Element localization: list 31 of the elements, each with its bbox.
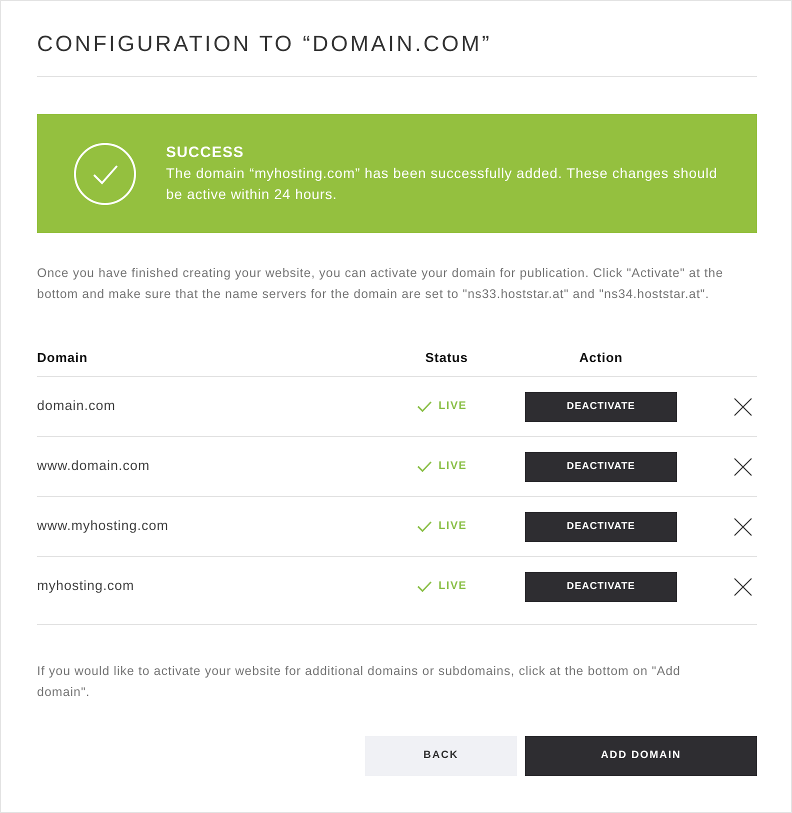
check-icon: [416, 401, 432, 412]
deactivate-button[interactable]: DEACTIVATE: [525, 512, 677, 542]
check-icon: [416, 581, 432, 592]
check-icon: [416, 461, 432, 472]
close-icon[interactable]: [734, 578, 752, 596]
status-label: LIVE: [438, 579, 467, 594]
status-label: LIVE: [438, 399, 467, 414]
status-label: LIVE: [438, 459, 467, 474]
info-text: If you would like to activate your website for additional domains or subdomains, click at the bottom on "Add domain".: [37, 663, 682, 701]
domain-name: domain.com: [37, 397, 117, 416]
column-header: Action: [579, 348, 623, 367]
check-icon: [416, 521, 432, 532]
status-label: LIVE: [438, 519, 467, 534]
domain-name: myhosting.com: [37, 577, 136, 596]
column-header: Status: [425, 348, 468, 367]
check-circle-icon: [74, 142, 136, 204]
intro-text: Once you have finished creating your website, you can activate your domain for publication. Click "Activate" at the bottom and make sure that the name servers for the domain are set to "ns33.hoststar.at" and "ns34.hoststar.at".: [37, 265, 724, 303]
close-icon[interactable]: [734, 518, 752, 536]
column-header: Domain: [37, 348, 89, 367]
close-icon[interactable]: [734, 398, 752, 416]
page-title: CONFIGURATION TO “DOMAIN.COM”: [37, 31, 493, 57]
banner-title: SUCCESS: [166, 142, 246, 162]
deactivate-button[interactable]: DEACTIVATE: [525, 452, 677, 482]
domain-name: www.myhosting.com: [37, 517, 170, 536]
close-icon[interactable]: [734, 458, 752, 476]
deactivate-button[interactable]: DEACTIVATE: [525, 572, 677, 602]
back-button[interactable]: BACK: [365, 736, 517, 776]
banner-message: The domain “myhosting.com” has been successfully added. These changes should be active within 24 hours.: [166, 164, 718, 204]
deactivate-button[interactable]: DEACTIVATE: [525, 392, 677, 422]
add-domain-button[interactable]: ADD DOMAIN: [525, 736, 757, 776]
domain-name: www.domain.com: [37, 457, 151, 476]
